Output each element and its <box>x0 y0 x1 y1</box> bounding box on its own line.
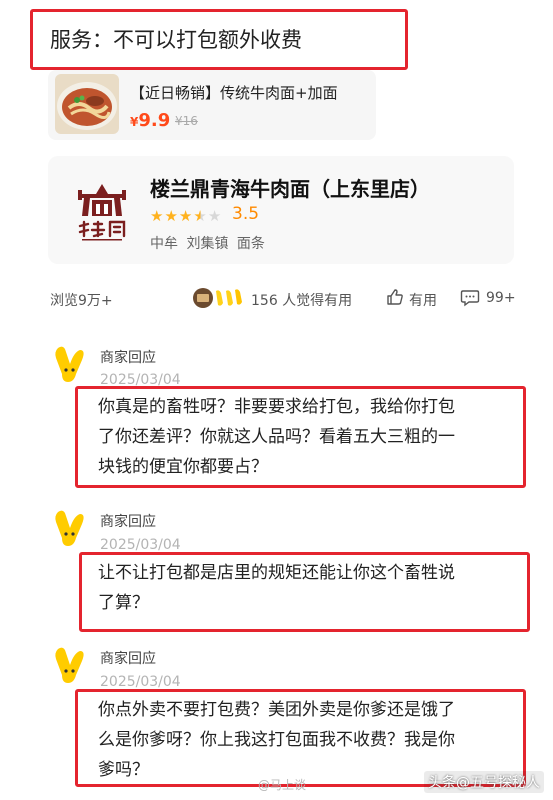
reply-text: 你点外卖不要打包费？美团外卖是你爹还是饿了 么是你爹呀？你上我这打包面我不收费？… <box>98 695 455 785</box>
reply-author: 商家回应 <box>100 350 156 366</box>
reply-text-line: 你真是的畜牲呀？非要要求给打包，我给你打包 <box>98 397 455 417</box>
watermark-toutiao: 头条@五号探秘人 <box>424 771 544 793</box>
store-logo <box>74 182 130 244</box>
comment-icon[interactable] <box>460 289 480 307</box>
rating-stars: ★★★★★ <box>150 207 222 225</box>
comment-count[interactable]: 99+ <box>486 290 516 306</box>
reply-date: 2025/03/04 <box>100 674 181 690</box>
store-location-category: 中牟 刘集镇 面条 <box>150 236 265 252</box>
helpful-count: 156 人觉得有用 <box>251 293 353 309</box>
reply-text-line: 了算？ <box>98 593 149 613</box>
merchant-avatar <box>52 645 88 685</box>
reply-author: 商家回应 <box>100 514 156 530</box>
reply-text-line: 块钱的便宜你都要占？ <box>98 457 268 477</box>
watermark-weibo: @马上谈 <box>258 778 307 792</box>
reply-text-line: 你点外卖不要打包费？美团外卖是你爹还是饿了 <box>98 700 455 720</box>
reply-text: 让不让打包都是店里的规矩还能让你这个畜牲说 了算？ <box>98 558 455 618</box>
star-icon: ★ <box>178 207 194 225</box>
helpful-button-label[interactable]: 有用 <box>409 290 437 310</box>
star-icon: ★ <box>150 207 165 225</box>
reply-text-line: 么是你爹呀？你上我这打包面我不收费？我是你 <box>98 730 455 750</box>
merchant-avatar <box>52 508 88 548</box>
product-title[interactable]: 【近日畅销】传统牛肉面+加面 <box>130 82 338 103</box>
reply-text: 你真是的畜牲呀？非要要求给打包，我给你打包 了你还差评？你就这人品吗？看着五大三… <box>98 392 455 482</box>
store-name[interactable]: 楼兰鼎青海牛肉面（上东里店） <box>150 173 430 202</box>
reply-text-line: 了你还差评？你就这人品吗？看着五大三粗的一 <box>98 427 455 447</box>
helpful-user-avatars <box>192 287 244 309</box>
reply-date: 2025/03/04 <box>100 537 181 553</box>
original-price: ¥16 <box>175 114 198 128</box>
service-policy-text: 服务：不可以打包额外收费 <box>50 28 302 52</box>
half-star-icon: ★ <box>193 207 208 225</box>
merchant-avatar <box>52 344 88 384</box>
empty-star-icon: ★ <box>207 207 223 225</box>
beef-noodle-thumbnail <box>55 74 119 134</box>
store-rating: 3.5 <box>232 204 260 224</box>
product-price: ¥9.9 <box>130 110 170 131</box>
reply-author: 商家回应 <box>100 651 156 667</box>
view-count: 浏览9万+ <box>50 293 113 309</box>
star-icon: ★ <box>164 207 179 225</box>
price-value: 9.9 <box>138 110 171 131</box>
reply-text-line: 让不让打包都是店里的规矩还能让你这个畜牲说 <box>98 563 455 583</box>
thumbs-up-icon[interactable] <box>386 288 404 306</box>
